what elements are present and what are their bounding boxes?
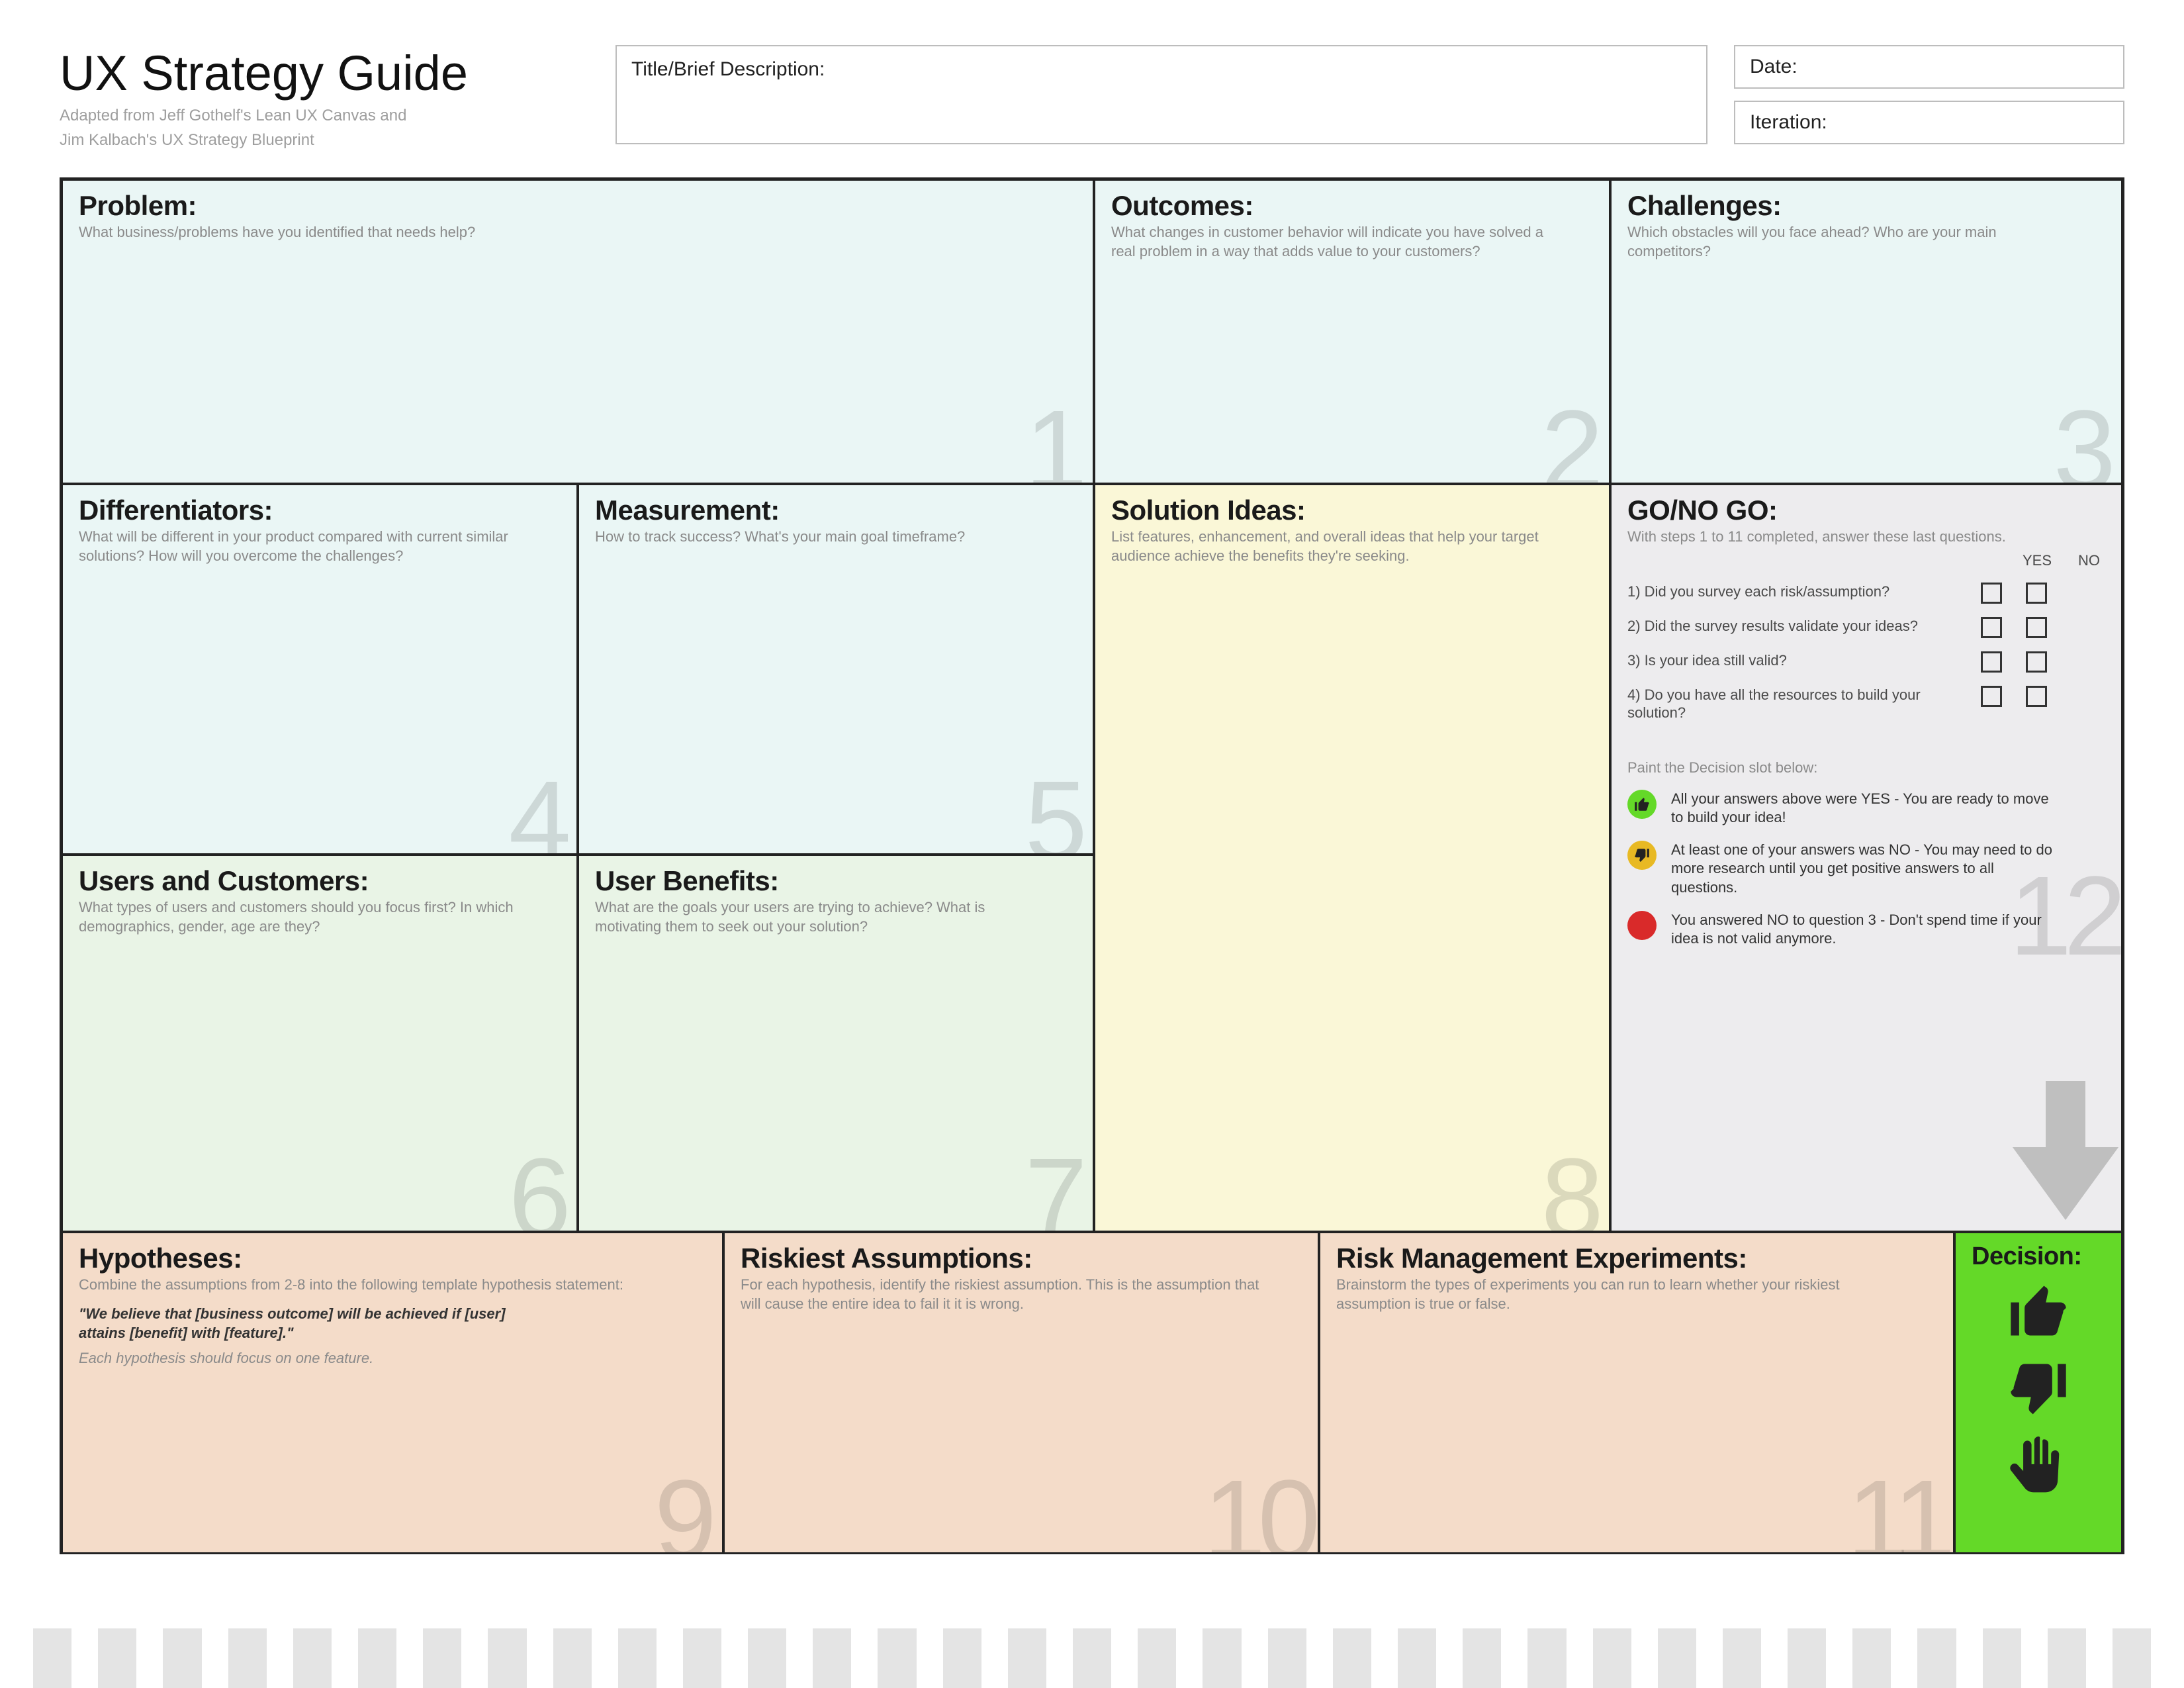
gono-q3-yes-checkbox[interactable]: [1981, 651, 2002, 673]
cell-gono-title: GO/NO GO:: [1627, 494, 2105, 526]
cell-differentiators[interactable]: Differentiators: What will be different …: [62, 484, 578, 855]
gono-legend-red-text: You answered NO to question 3 - Don't sp…: [1671, 911, 2062, 949]
cell-benefits-sub: What are the goals your users are trying…: [595, 898, 1053, 936]
cell-diff-title: Differentiators:: [79, 494, 561, 526]
header-title-block: UX Strategy Guide Adapted from Jeff Goth…: [60, 45, 589, 150]
gono-q3: 3) Is your idea still valid?: [1627, 651, 1972, 670]
gono-legend-amber: At least one of your answers was NO - Yo…: [1627, 841, 2105, 898]
cell-challenges-number: 3: [2053, 394, 2116, 484]
cell-users[interactable]: Users and Customers: What types of users…: [62, 855, 578, 1232]
header: UX Strategy Guide Adapted from Jeff Goth…: [60, 45, 2124, 171]
cell-risk-sub: For each hypothesis, identify the riskie…: [741, 1276, 1274, 1313]
cell-benefits[interactable]: User Benefits: What are the goals your u…: [578, 855, 1094, 1232]
footer-notches: [0, 1609, 2184, 1688]
gono-q3-row: 3) Is your idea still valid?: [1627, 651, 2105, 673]
cell-hyp-number: 9: [654, 1464, 717, 1554]
hyp-note: Each hypothesis should focus on one feat…: [79, 1350, 706, 1367]
cell-outcomes-sub: What changes in customer behavior will i…: [1111, 223, 1569, 261]
cell-gonogo[interactable]: GO/NO GO: With steps 1 to 11 completed, …: [1610, 484, 2122, 1232]
hyp-template-quote: "We believe that [business outcome] will…: [79, 1304, 529, 1343]
arrow-down-icon: [2013, 1081, 2118, 1232]
cell-solution-number: 8: [1541, 1142, 1604, 1232]
gono-legend-green-text: All your answers above were YES - You ar…: [1671, 790, 2062, 827]
date-input[interactable]: Date:: [1734, 45, 2124, 89]
gono-column-heads: YES NO: [1627, 552, 2105, 569]
cell-problem-sub: What business/problems have you identifi…: [79, 223, 1027, 242]
gono-q2-row: 2) Did the survey results validate your …: [1627, 617, 2105, 638]
cell-risk-title: Riskiest Assumptions:: [741, 1243, 1302, 1274]
cell-solution[interactable]: Solution Ideas: List features, enhanceme…: [1094, 484, 1610, 1232]
cell-exp-sub: Brainstorm the types of experiments you …: [1336, 1276, 1907, 1313]
page-subtitle-2: Jim Kalbach's UX Strategy Blueprint: [60, 130, 589, 150]
gono-q1-row: 1) Did you survey each risk/assumption?: [1627, 583, 2105, 604]
cell-solution-title: Solution Ideas:: [1111, 494, 1593, 526]
gono-q2-yes-checkbox[interactable]: [1981, 617, 2002, 638]
hand-stop-icon: [2005, 1434, 2071, 1500]
cell-solution-sub: List features, enhancement, and overall …: [1111, 528, 1569, 565]
cell-outcomes[interactable]: Outcomes: What changes in customer behav…: [1094, 179, 1610, 484]
cell-hyp-title: Hypotheses:: [79, 1243, 706, 1274]
cell-risk-number: 10: [1203, 1464, 1312, 1554]
cell-exp-number: 11: [1847, 1464, 1948, 1554]
cell-outcomes-title: Outcomes:: [1111, 190, 1593, 222]
cell-measure-title: Measurement:: [595, 494, 1077, 526]
cell-decision-title: Decision:: [1972, 1243, 2105, 1271]
gono-q1-yes-checkbox[interactable]: [1981, 583, 2002, 604]
gono-q1-no-checkbox[interactable]: [2026, 583, 2047, 604]
cell-measurement[interactable]: Measurement: How to track success? What'…: [578, 484, 1094, 855]
cell-users-number: 6: [508, 1142, 571, 1232]
gono-q1: 1) Did you survey each risk/assumption?: [1627, 583, 1972, 601]
gono-paint-label: Paint the Decision slot below:: [1627, 759, 2105, 776]
thumbs-down-icon: [2005, 1356, 2071, 1422]
cell-diff-sub: What will be different in your product c…: [79, 528, 537, 565]
cell-exp-title: Risk Management Experiments:: [1336, 1243, 1937, 1274]
gono-legend-red: You answered NO to question 3 - Don't sp…: [1627, 911, 2105, 949]
iteration-input[interactable]: Iteration:: [1734, 101, 2124, 144]
cell-diff-number: 4: [508, 765, 571, 855]
gono-q4: 4) Do you have all the resources to buil…: [1627, 686, 1972, 722]
stop-icon: [1627, 911, 1657, 940]
thumbs-up-icon: [1627, 790, 1657, 819]
gono-no-head: NO: [2078, 552, 2100, 569]
gono-q3-no-checkbox[interactable]: [2026, 651, 2047, 673]
gono-q2-no-checkbox[interactable]: [2026, 617, 2047, 638]
gono-q4-yes-checkbox[interactable]: [1981, 686, 2002, 707]
iteration-label: Iteration:: [1750, 111, 1827, 133]
cell-problem[interactable]: Problem: What business/problems have you…: [62, 179, 1094, 484]
cell-decision[interactable]: Decision:: [1954, 1232, 2122, 1554]
gono-q4-no-checkbox[interactable]: [2026, 686, 2047, 707]
cell-problem-title: Problem:: [79, 190, 1077, 222]
cell-experiments[interactable]: Risk Management Experiments: Brainstorm …: [1319, 1232, 1954, 1554]
gono-q4-row: 4) Do you have all the resources to buil…: [1627, 686, 2105, 722]
gono-yes-head: YES: [2023, 552, 2052, 569]
thumbs-up-icon: [2005, 1278, 2071, 1344]
cell-outcomes-number: 2: [1541, 394, 1604, 484]
gono-legend-amber-text: At least one of your answers was NO - Yo…: [1671, 841, 2062, 898]
cell-challenges[interactable]: Challenges: Which obstacles will you fac…: [1610, 179, 2122, 484]
cell-measure-number: 5: [1024, 765, 1087, 855]
gono-legend-green: All your answers above were YES - You ar…: [1627, 790, 2105, 827]
cell-problem-number: 1: [1024, 394, 1087, 484]
decision-icons: [1972, 1278, 2105, 1500]
cell-benefits-title: User Benefits:: [595, 865, 1077, 897]
cell-challenges-sub: Which obstacles will you face ahead? Who…: [1627, 223, 2081, 261]
cell-gono-sub: With steps 1 to 11 completed, answer the…: [1627, 528, 2081, 547]
date-label: Date:: [1750, 56, 1797, 77]
gono-q2: 2) Did the survey results validate your …: [1627, 617, 1972, 635]
title-brief-label: Title/Brief Description:: [631, 58, 825, 80]
page-subtitle-1: Adapted from Jeff Gothelf's Lean UX Canv…: [60, 105, 589, 126]
title-brief-input[interactable]: Title/Brief Description:: [615, 45, 1707, 144]
thumbs-down-icon: [1627, 841, 1657, 870]
cell-benefits-number: 7: [1024, 1142, 1087, 1232]
cell-users-sub: What types of users and customers should…: [79, 898, 537, 936]
cell-measure-sub: How to track success? What's your main g…: [595, 528, 1053, 547]
cell-users-title: Users and Customers:: [79, 865, 561, 897]
cell-hyp-sub: Combine the assumptions from 2-8 into th…: [79, 1276, 675, 1295]
cell-hypotheses[interactable]: Hypotheses: Combine the assumptions from…: [62, 1232, 723, 1554]
ux-canvas: Problem: What business/problems have you…: [60, 177, 2124, 1554]
page-title: UX Strategy Guide: [60, 45, 589, 101]
cell-riskiest[interactable]: Riskiest Assumptions: For each hypothesi…: [723, 1232, 1319, 1554]
cell-challenges-title: Challenges:: [1627, 190, 2105, 222]
